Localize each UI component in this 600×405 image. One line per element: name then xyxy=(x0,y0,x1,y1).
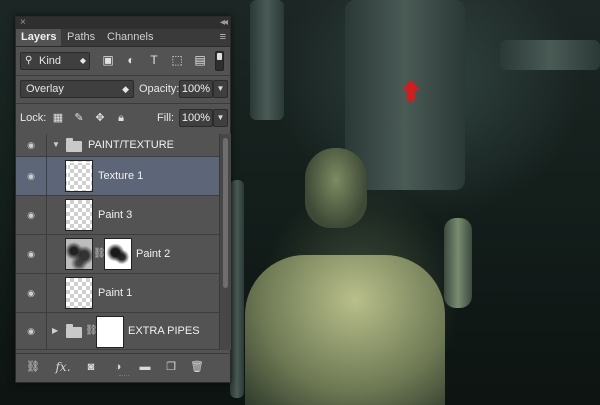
scrollbar-thumb[interactable] xyxy=(223,138,228,288)
opacity-field[interactable]: 100% xyxy=(179,80,213,98)
lock-row: Lock: ▦ ✎ ✥ 🔒︎ Fill: 100% ▼ xyxy=(20,109,228,127)
type-filter-icon[interactable]: T xyxy=(146,52,162,68)
layers-list: ◉ ▼ PAINT/TEXTURE ◉ Texture 1 ◉ Paint 3 … xyxy=(16,134,219,350)
resize-grip[interactable] xyxy=(119,375,129,379)
filter-row: ⚲ Kind ◆ ▣ ◐ T ⬚ ▤ xyxy=(20,51,226,71)
layer-thumbnail[interactable] xyxy=(65,199,93,231)
panel-titlebar[interactable]: × ◂◂ xyxy=(16,17,230,29)
fill-label: Fill: xyxy=(157,112,175,124)
visibility-eye-icon[interactable]: ◉ xyxy=(16,196,47,234)
layer-name: Paint 3 xyxy=(98,209,133,221)
layers-scrollbar[interactable] xyxy=(219,134,231,350)
opacity-label: Opacity: xyxy=(139,83,180,95)
filter-toggle-switch[interactable] xyxy=(215,51,224,71)
blend-row: Overlay ◆ Opacity: 100% ▼ xyxy=(20,80,228,98)
new-layer-icon[interactable]: ❐ xyxy=(162,359,180,375)
blend-mode-value: Overlay xyxy=(26,83,64,95)
layer-group-extra-pipes[interactable]: ◉ ▶ ⛓︎ EXTRA PIPES xyxy=(16,313,219,350)
figure-head xyxy=(305,148,367,228)
group-expanded-chevron-icon[interactable]: ▼ xyxy=(52,140,60,149)
layer-name: PAINT/TEXTURE xyxy=(88,139,174,151)
adjustment-filter-icon[interactable]: ◐ xyxy=(123,52,139,68)
layer-mask-thumbnail[interactable] xyxy=(104,238,132,270)
layer-name: Paint 1 xyxy=(98,287,133,299)
search-icon: ⚲ xyxy=(25,55,33,66)
link-layers-icon[interactable]: ⛓︎ xyxy=(24,359,42,375)
fill-dropdown-icon[interactable]: ▼ xyxy=(213,109,228,127)
tab-channels[interactable]: Channels xyxy=(102,29,158,46)
pixel-filter-icon[interactable]: ▣ xyxy=(100,52,116,68)
opacity-dropdown-icon[interactable]: ▼ xyxy=(213,80,228,98)
group-collapsed-chevron-icon[interactable]: ▶ xyxy=(52,326,58,335)
layer-name: Paint 2 xyxy=(136,248,171,260)
folder-icon xyxy=(66,138,82,152)
panel-menu-icon[interactable]: ≡ xyxy=(220,29,226,46)
collapse-icon[interactable]: ◂◂ xyxy=(220,17,228,29)
canister xyxy=(444,218,472,308)
layer-thumbnail[interactable] xyxy=(65,277,93,309)
visibility-eye-icon[interactable]: ◉ xyxy=(16,134,47,156)
figure-torso xyxy=(245,255,445,405)
visibility-eye-icon[interactable]: ◉ xyxy=(16,313,47,349)
lock-transparency-icon[interactable]: ▦ xyxy=(50,109,66,127)
layer-thumbnail[interactable] xyxy=(65,238,93,270)
visibility-eye-icon[interactable]: ◉ xyxy=(16,274,47,312)
filter-kind-select[interactable]: ⚲ Kind ◆ xyxy=(20,52,90,70)
lock-paint-icon[interactable]: ✎ xyxy=(71,109,87,127)
pipe-far-left xyxy=(230,180,244,398)
tab-layers[interactable]: Layers xyxy=(16,29,62,46)
pipe-tank xyxy=(345,0,465,190)
layers-panel: × ◂◂ Layers Paths Channels ≡ ⚲ Kind ◆ ▣ … xyxy=(15,16,231,383)
fill-field[interactable]: 100% xyxy=(179,109,213,127)
lock-all-icon[interactable]: 🔒︎ xyxy=(113,109,129,127)
close-icon[interactable]: × xyxy=(20,17,26,29)
layer-paint-1[interactable]: ◉ Paint 1 xyxy=(16,274,219,313)
layer-paint-3[interactable]: ◉ Paint 3 xyxy=(16,196,219,235)
layer-thumbnail[interactable] xyxy=(65,160,93,192)
blend-mode-select[interactable]: Overlay ◆ xyxy=(20,80,134,98)
layer-name: EXTRA PIPES xyxy=(128,325,200,337)
lock-label: Lock: xyxy=(20,112,47,124)
lock-position-icon[interactable]: ✥ xyxy=(92,109,108,127)
layer-mask-thumbnail[interactable] xyxy=(96,316,124,348)
divider xyxy=(16,103,230,104)
trash-icon[interactable]: 🗑︎ xyxy=(188,359,206,375)
folder-icon xyxy=(66,324,82,338)
layer-texture-1[interactable]: ◉ Texture 1 xyxy=(16,157,219,196)
new-group-folder-icon[interactable]: ▬ xyxy=(136,359,154,375)
red-arrow-stem xyxy=(407,89,415,101)
new-adjustment-layer-icon[interactable]: ◑ xyxy=(109,359,127,375)
layer-paint-2[interactable]: ◉ ⛓︎ Paint 2 xyxy=(16,235,219,274)
layer-group-paint-texture[interactable]: ◉ ▼ PAINT/TEXTURE xyxy=(16,134,219,157)
add-mask-icon[interactable]: ◙ xyxy=(82,359,100,375)
visibility-eye-icon[interactable]: ◉ xyxy=(16,235,47,273)
layer-name: Texture 1 xyxy=(98,170,144,182)
layer-style-fx-icon[interactable]: fx. xyxy=(54,359,72,375)
panel-tabs: Layers Paths Channels ≡ xyxy=(16,29,230,47)
divider xyxy=(16,75,230,76)
tab-paths[interactable]: Paths xyxy=(62,29,100,46)
shape-filter-icon[interactable]: ⬚ xyxy=(169,52,185,68)
chevron-updown-icon: ◆ xyxy=(122,84,129,94)
pipe-right xyxy=(500,40,600,70)
visibility-eye-icon[interactable]: ◉ xyxy=(16,157,47,195)
chevron-down-icon: ◆ xyxy=(79,56,86,65)
smart-object-filter-icon[interactable]: ▤ xyxy=(192,52,208,68)
filter-kind-label: Kind xyxy=(39,55,62,67)
pipe-vertical-left xyxy=(250,0,284,120)
